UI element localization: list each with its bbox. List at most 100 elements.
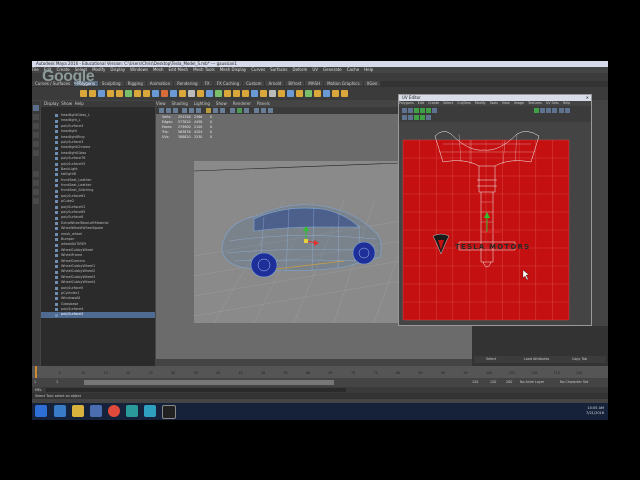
shelf-tab-sculpting[interactable]: Sculpting — [98, 81, 124, 86]
menu-display[interactable]: Display — [110, 67, 125, 72]
shelf-tool-icon[interactable] — [125, 90, 132, 97]
shelf-tool-icon[interactable] — [224, 90, 231, 97]
command-input[interactable] — [46, 388, 346, 392]
menu-windows[interactable]: Windows — [130, 67, 148, 72]
select-button[interactable]: Select — [486, 357, 496, 361]
shelf-tool-icon[interactable] — [107, 90, 114, 97]
scale-tool-icon[interactable] — [33, 150, 39, 156]
shelf-tool-icon[interactable] — [170, 90, 177, 97]
terminal-icon[interactable] — [162, 405, 176, 419]
shelf-tab-bifrost[interactable]: Bifrost — [285, 81, 305, 86]
load-attributes-button[interactable]: Load Attributes — [524, 357, 549, 361]
outliner-menu-display[interactable]: Display — [44, 101, 59, 106]
shelf-tool-icon[interactable] — [242, 90, 249, 97]
shelf-tool-icon[interactable] — [143, 90, 150, 97]
select-tool-icon[interactable] — [33, 105, 39, 111]
layout-side-icon[interactable] — [33, 189, 39, 195]
range-max-field[interactable]: 200 — [506, 380, 512, 384]
viewport-menu-show[interactable]: Show — [216, 101, 227, 106]
uv-menu-modify[interactable]: Modify — [475, 101, 486, 105]
taskbar-app-icon[interactable] — [90, 405, 102, 417]
shelf-tool-icon[interactable] — [98, 90, 105, 97]
uv-menu-image[interactable]: Image — [514, 101, 524, 105]
shelf-tab-fx[interactable]: FX — [201, 81, 213, 86]
shelf-tool-icon[interactable] — [287, 90, 294, 97]
start-button-icon[interactable] — [35, 405, 47, 417]
shelf-tool-icon[interactable] — [233, 90, 240, 97]
menu-mesh-display[interactable]: Mesh Display — [220, 67, 247, 72]
uv-menu-help[interactable]: Help — [563, 101, 571, 105]
shelf-tab-rendering[interactable]: Rendering — [174, 81, 201, 86]
menu-file[interactable]: File — [32, 67, 39, 72]
shelf-tool-icon[interactable] — [161, 90, 168, 97]
menu-curves[interactable]: Curves — [251, 67, 265, 72]
uv-menu-tools[interactable]: Tools — [490, 101, 498, 105]
range-start-field[interactable]: 1 — [34, 380, 36, 384]
layout-four-icon[interactable] — [33, 180, 39, 186]
move-tool-icon[interactable] — [33, 132, 39, 138]
viewport-menu-shading[interactable]: Shading — [172, 101, 188, 106]
viewport-menu-panels[interactable]: Panels — [257, 101, 270, 106]
shelf-tool-icon[interactable] — [80, 90, 87, 97]
shelf-tool-icon[interactable] — [179, 90, 186, 97]
uv-menu-textures[interactable]: Textures — [528, 101, 542, 105]
menu-edit-mesh[interactable]: Edit Mesh — [169, 67, 189, 72]
uv-menu-create[interactable]: Create — [428, 101, 439, 105]
range-bar[interactable] — [84, 380, 334, 385]
uv-menu-view[interactable]: View — [502, 101, 510, 105]
menu-mesh[interactable]: Mesh — [153, 67, 164, 72]
maya-icon[interactable] — [126, 405, 138, 417]
shelf-tool-icon[interactable] — [152, 90, 159, 97]
menu-mesh-tools[interactable]: Mesh Tools — [193, 67, 215, 72]
file-explorer-icon[interactable] — [72, 405, 84, 417]
shelf-tool-icon[interactable] — [188, 90, 195, 97]
chrome-icon[interactable] — [108, 405, 120, 417]
time-slider[interactable]: 1 5 10 15 20 25 30 35 40 45 50 55 60 65 70 75 80 85 90 95 10… — [32, 366, 608, 378]
shelf-tool-icon[interactable] — [134, 90, 141, 97]
outliner-menu-show[interactable]: Show — [61, 101, 72, 106]
shelf-tab-fx-caching[interactable]: FX Caching — [213, 81, 243, 86]
internet-explorer-icon[interactable] — [54, 405, 66, 417]
uv-menu-uv-sets[interactable]: UV Sets — [546, 101, 559, 105]
menu-deform[interactable]: Deform — [292, 67, 307, 72]
character-set-dropdown[interactable]: No Character Set — [560, 380, 588, 384]
range-inner-end-field[interactable]: 120 — [472, 380, 478, 384]
shelf-tool-icon[interactable] — [314, 90, 321, 97]
shelf-tool-icon[interactable] — [305, 90, 312, 97]
lasso-tool-icon[interactable] — [33, 114, 39, 120]
menu-cache[interactable]: Cache — [347, 67, 359, 72]
shelf-tool-icon[interactable] — [278, 90, 285, 97]
menu-generate[interactable]: Generate — [323, 67, 342, 72]
viewport-menu-lighting[interactable]: Lighting — [194, 101, 210, 106]
shelf-tool-icon[interactable] — [341, 90, 348, 97]
uv-menu-cut-sew[interactable]: Cut/Sew — [457, 101, 471, 105]
layout-outliner-icon[interactable] — [33, 198, 39, 204]
uv-menu-select[interactable]: Select — [443, 101, 453, 105]
range-end-field[interactable]: 120 — [490, 380, 496, 384]
anim-layer-dropdown[interactable]: No Anim Layer — [520, 380, 544, 384]
viewport-menu-renderer[interactable]: Renderer — [233, 101, 251, 106]
shelf-tool-icon[interactable] — [197, 90, 204, 97]
shelf-tool-icon[interactable] — [89, 90, 96, 97]
shelf-tab-xgen[interactable]: XGen — [363, 81, 381, 86]
rotate-tool-icon[interactable] — [33, 141, 39, 147]
shelf-tab-motion-graphics[interactable]: Motion Graphics — [324, 81, 363, 86]
shelf-tab-arnold[interactable]: Arnold — [265, 81, 285, 86]
shelf-tool-icon[interactable] — [332, 90, 339, 97]
shelf-tool-icon[interactable] — [323, 90, 330, 97]
car-wireframe-view[interactable] — [193, 161, 401, 324]
shelf-tool-icon[interactable] — [260, 90, 267, 97]
shelf-tool-icon[interactable] — [251, 90, 258, 97]
copy-tab-button[interactable]: Copy Tab — [572, 357, 587, 361]
menu-surfaces[interactable]: Surfaces — [270, 67, 287, 72]
shelf-tab-custom[interactable]: Custom — [243, 81, 265, 86]
menu-uv[interactable]: UV — [312, 67, 318, 72]
shelf-tool-icon[interactable] — [269, 90, 276, 97]
outliner-item[interactable]: polySurface2 — [41, 312, 155, 318]
paint-select-icon[interactable] — [33, 123, 39, 129]
current-frame-marker[interactable] — [35, 366, 37, 378]
shelf-tool-icon[interactable] — [116, 90, 123, 97]
outliner-menu-help[interactable]: Help — [75, 101, 84, 106]
range-inner-start-field[interactable]: 1 — [56, 380, 58, 384]
menu-help[interactable]: Help — [364, 67, 373, 72]
